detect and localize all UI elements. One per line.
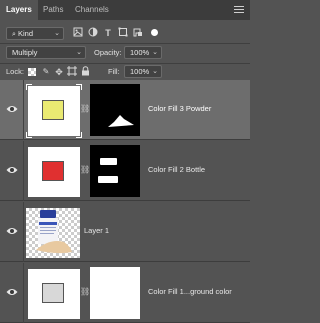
shape-layer-filter-icon[interactable] (117, 27, 129, 40)
chain-link-icon[interactable]: ⛓ (80, 165, 90, 174)
panel-menu-icon[interactable] (234, 5, 244, 14)
panel-tab-bar: Layers Paths Channels (0, 0, 250, 20)
fill-field[interactable]: 100% ⌄ (124, 65, 162, 78)
eye-icon[interactable] (6, 165, 18, 175)
lock-transparent-pixels-icon[interactable] (28, 68, 36, 76)
filter-kind-select[interactable]: ⌕ Kind ⌄ (6, 27, 64, 40)
chevron-down-icon: ⌄ (152, 68, 158, 75)
bottle-image (36, 210, 72, 254)
search-icon: ⌕ (12, 31, 16, 38)
fill-thumbnail[interactable] (28, 269, 80, 319)
selection-corner (26, 132, 32, 138)
lock-image-pixels-icon[interactable]: ✎ (40, 66, 52, 78)
layer-row-layer-1[interactable]: Layer 1 (0, 202, 250, 262)
layer-mask-thumbnail[interactable] (90, 145, 140, 197)
fill-value: 100% (130, 67, 150, 76)
layer-name[interactable]: Layer 1 (84, 226, 109, 235)
tab-channels[interactable]: Channels (72, 0, 122, 20)
chain-link-icon[interactable]: ⛓ (80, 287, 90, 296)
smart-object-filter-icon[interactable] (132, 27, 144, 40)
lock-artboard-icon[interactable] (66, 66, 78, 79)
color-swatch (42, 283, 64, 303)
eye-icon[interactable] (6, 287, 18, 297)
selection-corner (76, 84, 82, 90)
filter-toggle-icon[interactable] (151, 29, 158, 36)
chevron-down-icon: ⌄ (54, 30, 60, 37)
layer-name[interactable]: Color Fill 2 Bottle (148, 165, 205, 174)
fill-label: Fill: (108, 67, 120, 76)
chevron-down-icon: ⌄ (152, 49, 158, 56)
mask-shape-bottle (98, 158, 118, 183)
color-swatch (42, 161, 64, 181)
filter-row: ⌕ Kind ⌄ T (0, 26, 250, 42)
lock-label: Lock: (6, 67, 24, 76)
blend-mode-value: Multiply (12, 48, 38, 57)
layers-list: ⛓ Color Fill 3 Powder ⛓ Color Fill 2 Bot… (0, 80, 250, 323)
layer-mask-thumbnail[interactable] (90, 267, 140, 319)
color-swatch (42, 100, 64, 120)
layer-mask-thumbnail[interactable] (90, 84, 140, 136)
lock-row: Lock: ✎ ✥ Fill: 100% ⌄ (0, 65, 250, 79)
pixel-layer-filter-icon[interactable] (72, 27, 84, 40)
opacity-field[interactable]: 100% ⌄ (124, 46, 162, 59)
type-layer-filter-icon[interactable]: T (102, 27, 114, 39)
eye-icon[interactable] (6, 104, 18, 114)
layer-row-color-fill-2-bottle[interactable]: ⛓ Color Fill 2 Bottle (0, 141, 250, 201)
tab-layers[interactable]: Layers (0, 0, 38, 20)
layer-row-color-fill-1-background[interactable]: ⛓ Color Fill 1...ground color (0, 263, 250, 323)
divider (0, 63, 250, 64)
eye-icon[interactable] (6, 226, 18, 236)
image-thumbnail[interactable] (26, 208, 80, 258)
blend-row: Multiply ⌄ Opacity: 100% ⌄ (0, 45, 250, 61)
layer-name[interactable]: Color Fill 3 Powder (148, 104, 211, 113)
divider (0, 43, 250, 44)
opacity-label: Opacity: (94, 48, 122, 57)
filter-kind-label: Kind (18, 29, 34, 38)
opacity-value: 100% (130, 48, 150, 57)
lock-all-icon[interactable] (79, 66, 91, 79)
lock-position-icon[interactable]: ✥ (53, 66, 65, 78)
layer-name[interactable]: Color Fill 1...ground color (148, 287, 232, 296)
layer-row-color-fill-3-powder[interactable]: ⛓ Color Fill 3 Powder (0, 80, 250, 140)
adjustment-layer-filter-icon[interactable] (87, 27, 99, 40)
blend-mode-select[interactable]: Multiply ⌄ (6, 46, 86, 59)
fill-thumbnail[interactable] (28, 147, 80, 197)
fill-thumbnail[interactable] (28, 86, 80, 136)
selection-corner (26, 84, 32, 90)
tab-paths[interactable]: Paths (40, 0, 70, 20)
mask-shape-powder (108, 115, 134, 127)
chevron-down-icon: ⌄ (76, 49, 82, 56)
selection-corner (76, 132, 82, 138)
chain-link-icon[interactable]: ⛓ (80, 104, 90, 113)
